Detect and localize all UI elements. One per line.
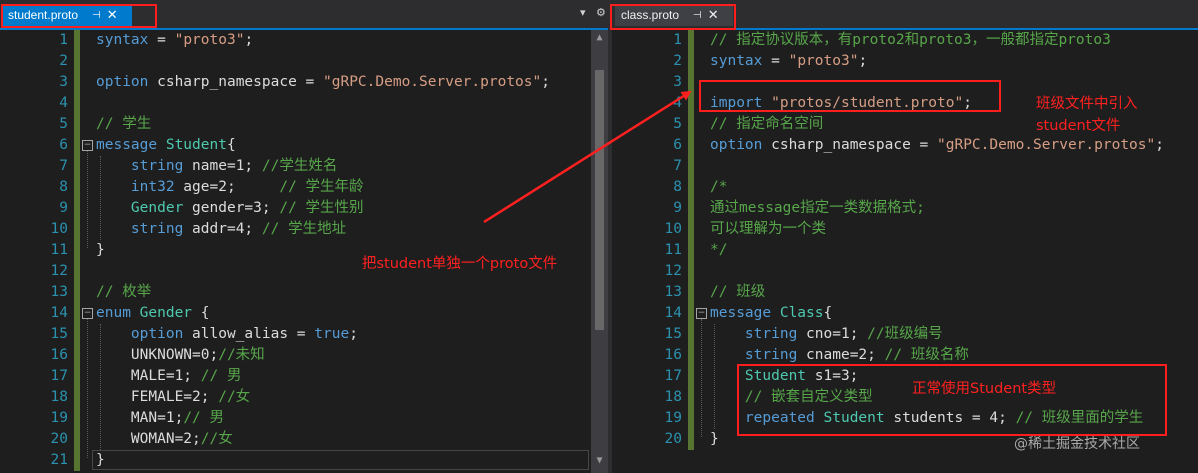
annotation-usage: 正常使用Student类型 [912,381,1057,397]
annotation-separate-file: 把student单独一个proto文件 [362,256,558,272]
watermark: @稀土掘金技术社区 [1014,436,1140,452]
annotation-import: 班级文件中引入 student文件 [1036,96,1138,134]
annotation-arrow [483,90,692,224]
